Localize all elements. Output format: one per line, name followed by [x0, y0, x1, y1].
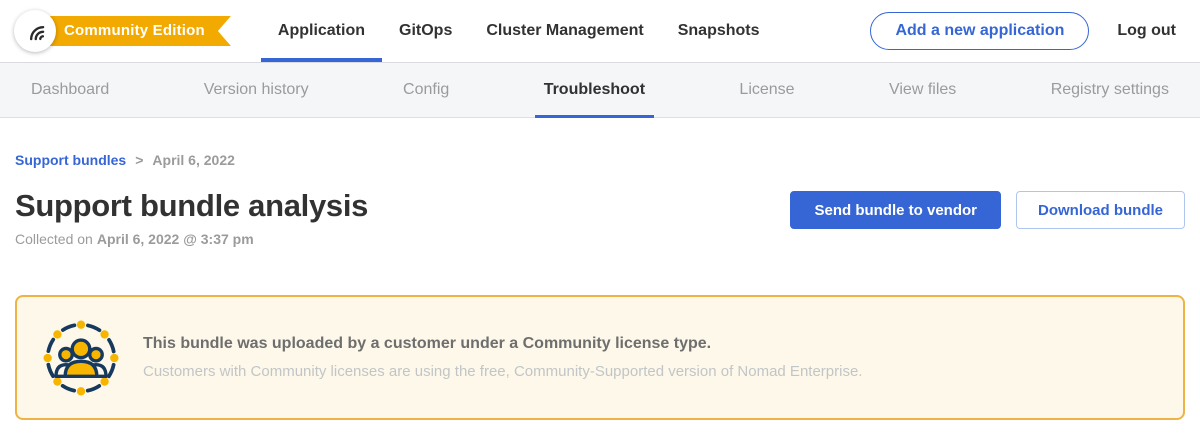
banner-subtext: Customers with Community licenses are us… — [143, 363, 862, 380]
banner-heading: This bundle was uploaded by a customer u… — [143, 335, 862, 353]
nav-tab-gitops[interactable]: GitOps — [382, 0, 469, 62]
bundle-actions: Send bundle to vendor Download bundle — [790, 188, 1185, 229]
title-block: Support bundle analysis Collected onApri… — [15, 188, 368, 247]
app-subnav: Dashboard Version history Config Trouble… — [0, 62, 1200, 118]
page-title: Support bundle analysis — [15, 188, 368, 224]
community-edition-badge: Community Edition — [42, 16, 231, 46]
topnav-right: Add a new application Log out — [870, 12, 1176, 50]
community-license-icon — [41, 318, 121, 398]
nav-tab-application[interactable]: Application — [261, 0, 382, 62]
nav-tab-cluster-management[interactable]: Cluster Management — [469, 0, 660, 62]
subnav-item-dashboard[interactable]: Dashboard — [22, 63, 118, 117]
brand: Community Edition — [14, 10, 231, 52]
subnav-item-version-history[interactable]: Version history — [195, 63, 318, 117]
send-bundle-to-vendor-button[interactable]: Send bundle to vendor — [790, 191, 1001, 229]
breadcrumb-current: April 6, 2022 — [152, 152, 235, 168]
replicated-logo-icon[interactable] — [14, 10, 56, 52]
primary-nav: Application GitOps Cluster Management Sn… — [261, 0, 777, 62]
download-bundle-button[interactable]: Download bundle — [1016, 191, 1185, 229]
subnav-item-registry-settings[interactable]: Registry settings — [1042, 63, 1178, 117]
community-license-banner: This bundle was uploaded by a customer u… — [15, 295, 1185, 420]
collected-on-text: Collected onApril 6, 2022 @ 3:37 pm — [15, 231, 368, 247]
log-out-link[interactable]: Log out — [1117, 22, 1176, 40]
breadcrumb-support-bundles-link[interactable]: Support bundles — [15, 152, 126, 168]
collected-date: April 6, 2022 @ 3:37 pm — [97, 231, 254, 247]
collected-prefix: Collected on — [15, 231, 93, 247]
breadcrumb-separator: > — [135, 152, 143, 168]
subnav-item-config[interactable]: Config — [394, 63, 458, 117]
subnav-item-view-files[interactable]: View files — [880, 63, 965, 117]
title-row: Support bundle analysis Collected onApri… — [15, 188, 1185, 247]
breadcrumb: Support bundles > April 6, 2022 — [15, 152, 1185, 168]
subnav-item-troubleshoot[interactable]: Troubleshoot — [535, 63, 654, 117]
add-new-application-button[interactable]: Add a new application — [870, 12, 1089, 50]
nav-tab-snapshots[interactable]: Snapshots — [661, 0, 777, 62]
banner-text: This bundle was uploaded by a customer u… — [143, 335, 862, 380]
main-content: Support bundles > April 6, 2022 Support … — [0, 152, 1200, 420]
top-navbar: Community Edition Application GitOps Clu… — [0, 0, 1200, 62]
subnav-item-license[interactable]: License — [730, 63, 803, 117]
